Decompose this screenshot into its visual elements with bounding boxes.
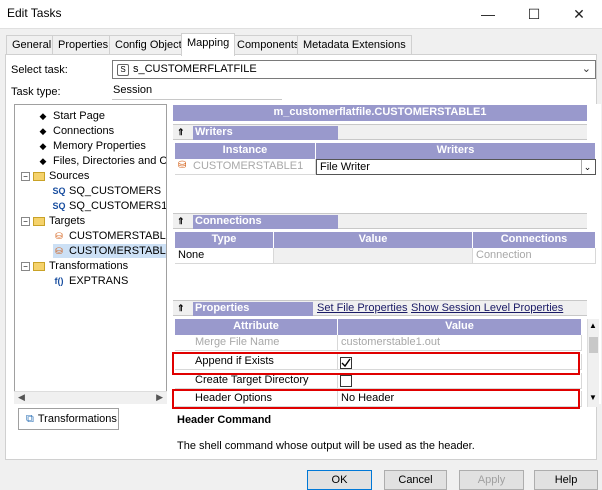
nav-memory-properties[interactable]: ◆ Memory Properties <box>37 139 146 153</box>
tab-mapping[interactable]: Mapping <box>181 33 236 56</box>
task-type-label: Task type: <box>11 86 61 98</box>
writers-title: Writers <box>193 126 338 140</box>
tab-general[interactable]: General <box>6 35 58 55</box>
collapse-icon[interactable]: ⇑ <box>177 127 187 137</box>
collapse-icon[interactable]: ⇑ <box>177 216 187 226</box>
chevron-down-icon: ⌄ <box>581 63 591 75</box>
target-icon: ⛁ <box>178 160 187 171</box>
properties-col-attribute: Attribute <box>175 319 338 335</box>
ok-button[interactable]: OK <box>307 470 372 490</box>
chevron-down-icon[interactable]: ⌄ <box>581 160 593 174</box>
connections-col-type: Type <box>175 232 274 248</box>
highlight-header-options <box>172 389 580 409</box>
connections-col-value: Value <box>274 232 473 248</box>
close-button[interactable]: ✕ <box>556 0 602 28</box>
properties-scrollbar[interactable]: ▲ ▼ <box>587 319 599 407</box>
writers-section-bar: ⇑ Writers <box>173 124 587 140</box>
folder-icon <box>33 216 45 226</box>
nav-files-directories[interactable]: ◆Files, Directories and Com <box>37 154 166 168</box>
select-task-dropdown[interactable]: S s_CUSTOMERFLATFILE ⌄ <box>112 60 596 79</box>
connection-cell[interactable]: Connection <box>473 248 596 264</box>
tab-metadata-extensions[interactable]: Metadata Extensions <box>297 35 412 55</box>
mapping-header: m_customerflatfile.CUSTOMERSTABLE1 <box>173 105 587 121</box>
maximize-button[interactable]: ☐ <box>511 0 557 28</box>
title-bar: Edit Tasks — ☐ ✕ <box>0 0 602 28</box>
nav-exptrans[interactable]: f() EXPTRANS <box>53 274 129 288</box>
tab-components[interactable]: Components <box>231 35 306 55</box>
tab-config-object[interactable]: Config Object <box>109 35 188 55</box>
show-session-properties-link[interactable]: Show Session Level Properties <box>411 302 563 314</box>
create-target-directory-checkbox[interactable] <box>340 375 352 387</box>
scroll-right-icon[interactable]: ▶ <box>156 392 163 403</box>
scroll-thumb[interactable] <box>589 337 598 353</box>
window-title: Edit Tasks <box>7 6 62 20</box>
connection-type-cell[interactable]: None <box>175 248 274 264</box>
collapse-icon[interactable]: − <box>21 261 30 271</box>
minimize-button[interactable]: — <box>465 0 511 28</box>
nav-sq-customers1[interactable]: SQ SQ_CUSTOMERS1 <box>53 199 167 213</box>
diamond-icon: ◆ <box>39 110 47 121</box>
tab-properties[interactable]: Properties <box>52 35 115 55</box>
folder-icon <box>33 261 45 271</box>
expression-icon: f() <box>54 276 64 286</box>
collapse-icon[interactable]: − <box>21 171 30 181</box>
create-target-directory-attr: Create Target Directory <box>175 373 338 389</box>
apply-button[interactable]: Apply <box>459 470 524 490</box>
navigator-tree: ◆ Start Page ◆ Connections ◆ Memory Propert… <box>14 104 167 404</box>
merge-file-name-attr: Merge File Name <box>175 335 338 351</box>
nav-connections[interactable]: ◆ Connections <box>37 124 115 138</box>
nav-transformations[interactable]: − Transformations <box>21 259 128 273</box>
set-file-properties-link[interactable]: Set File Properties <box>317 302 407 314</box>
session-icon: S <box>117 64 129 76</box>
target-icon: ⛁ <box>55 230 63 241</box>
diamond-icon: ◆ <box>39 155 47 166</box>
collapse-icon[interactable]: − <box>21 216 30 226</box>
scroll-down-icon[interactable]: ▼ <box>589 393 597 402</box>
writers-instance-cell: CUSTOMERSTABLE1 <box>175 159 316 175</box>
task-type-value: Session <box>112 84 282 100</box>
cancel-button[interactable]: Cancel <box>384 470 447 490</box>
connections-title: Connections <box>193 215 338 229</box>
scroll-left-icon[interactable]: ◀ <box>18 392 25 403</box>
target-icon: ⛁ <box>55 245 63 256</box>
nav-sq-customers[interactable]: SQ SQ_CUSTOMERS <box>52 184 162 198</box>
properties-section-bar: ⇑ Properties Set File Properties Show Se… <box>173 300 587 316</box>
help-button[interactable]: Help <box>534 470 598 490</box>
nav-sources[interactable]: − Sources <box>21 169 89 183</box>
connection-value-cell[interactable] <box>274 248 473 264</box>
source-qualifier-icon: SQ <box>52 201 66 211</box>
highlight-append-if-exists <box>172 352 580 375</box>
nav-targets[interactable]: − Targets <box>21 214 85 228</box>
transformations-tab[interactable]: ⧉ Transformations <box>18 408 119 430</box>
nav-start-page[interactable]: ◆ Start Page <box>37 109 105 123</box>
diamond-icon: ◆ <box>39 125 47 136</box>
select-task-value: s_CUSTOMERFLATFILE <box>133 63 257 75</box>
folder-icon <box>33 171 45 181</box>
nav-customerstable[interactable]: ⛁ CUSTOMERSTABLE <box>53 229 166 243</box>
connections-section-bar: ⇑ Connections <box>173 213 587 229</box>
properties-title: Properties <box>193 302 313 316</box>
navigator-scrollbar[interactable]: ◀ ▶ <box>14 391 167 404</box>
scroll-up-icon[interactable]: ▲ <box>589 321 597 330</box>
source-qualifier-icon: SQ <box>52 186 66 196</box>
writers-col-writers: Writers <box>316 143 596 159</box>
diamond-icon: ◆ <box>39 140 47 151</box>
select-task-label: Select task: <box>11 64 68 76</box>
transformations-icon: ⧉ <box>26 412 34 425</box>
properties-col-value: Value <box>338 319 582 335</box>
nav-customerstable1[interactable]: ⛁CUSTOMERSTABLE1 <box>53 244 166 258</box>
writer-select[interactable]: File Writer ⌄ <box>316 159 596 175</box>
merge-file-name-value[interactable]: customerstable1.out <box>338 335 582 351</box>
create-target-directory-value <box>338 373 582 389</box>
description-text: The shell command whose output will be u… <box>177 440 475 452</box>
connections-col-connections: Connections <box>473 232 596 248</box>
writers-col-instance: Instance <box>175 143 316 159</box>
collapse-icon[interactable]: ⇑ <box>177 303 187 313</box>
description-title: Header Command <box>177 414 272 426</box>
